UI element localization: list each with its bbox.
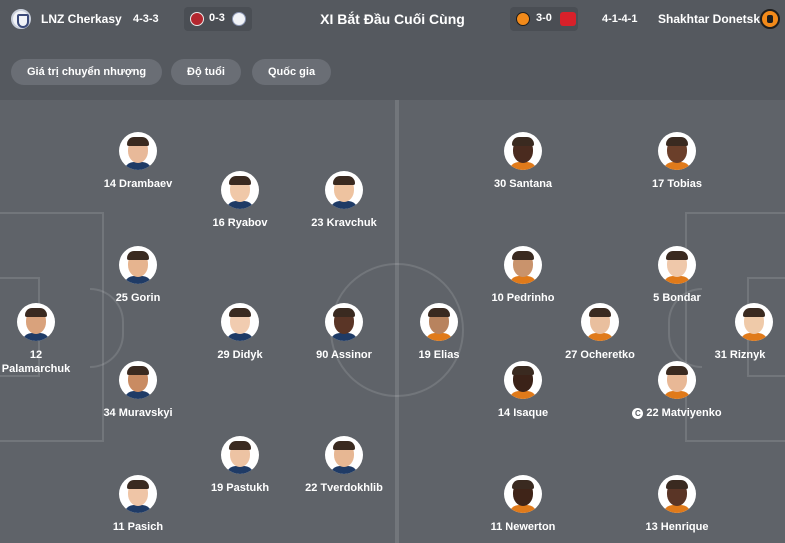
player-photo — [325, 171, 363, 209]
player-name: 12 Palamarchuk — [1, 348, 71, 376]
player-photo — [504, 246, 542, 284]
player-name: C 22 Matviyenko — [617, 406, 737, 420]
player-label: 30 Santana — [493, 178, 553, 190]
player-label: 29 Didyk — [217, 349, 263, 361]
player-label: 90 Assinor — [316, 349, 372, 361]
player-label: 12 Palamarchuk — [1, 349, 71, 375]
player-photo — [119, 361, 157, 399]
player-name: 34 Muravskyi — [78, 406, 198, 420]
player-photo — [221, 303, 259, 341]
player-label: 22 Matviyenko — [646, 407, 722, 419]
player-name: 11 Pasich — [78, 520, 198, 534]
player-name: 30 Santana — [463, 177, 583, 191]
player-label: 16 Ryabov — [212, 217, 268, 229]
player-name: 19 Pastukh — [180, 481, 300, 495]
tab-transfer-value[interactable]: Giá trị chuyển nhượng — [11, 59, 163, 85]
player-label: 5 Bondar — [653, 292, 701, 304]
player-name: 14 Isaque — [463, 406, 583, 420]
player-label: 14 Isaque — [497, 407, 549, 419]
player-label: 19 Elias — [418, 349, 460, 361]
player-photo — [119, 475, 157, 513]
player-label: 34 Muravskyi — [103, 407, 173, 419]
player-name: 22 Tverdokhlib — [284, 481, 404, 495]
player-label: 31 Riznyk — [714, 349, 766, 361]
player-name: 17 Tobias — [617, 177, 737, 191]
player-label: 27 Ocheretko — [565, 349, 635, 361]
player-name: 14 Drambaev — [78, 177, 198, 191]
player-photo — [658, 475, 696, 513]
player-name: 31 Riznyk — [695, 348, 785, 362]
player-label: 19 Pastukh — [210, 482, 270, 494]
player-photo — [504, 475, 542, 513]
player-photo — [119, 246, 157, 284]
player-photo — [325, 303, 363, 341]
player-name: 25 Gorin — [78, 291, 198, 305]
player-photo — [420, 303, 458, 341]
player-label: 25 Gorin — [115, 292, 161, 304]
player-label: 10 Pedrinho — [491, 292, 555, 304]
player-name: 19 Elias — [379, 348, 499, 362]
player-photo — [325, 436, 363, 474]
player-label: 14 Drambaev — [103, 178, 173, 190]
player-label: 11 Newerton — [490, 521, 556, 533]
away-team-name[interactable]: Shakhtar Donetsk — [658, 12, 760, 26]
away-last-result-score: 3-0 — [536, 12, 552, 24]
player-photo — [658, 132, 696, 170]
shakhtar-mini-logo-icon — [516, 12, 530, 26]
player-name: 23 Kravchuk — [284, 216, 404, 230]
player-name: 10 Pedrinho — [463, 291, 583, 305]
player-name: 5 Bondar — [617, 291, 737, 305]
player-photo — [504, 132, 542, 170]
lineup-header: LNZ Cherkasy 4-3-3 0-3 XI Bắt Đầu Cuối C… — [0, 0, 785, 100]
player-photo — [221, 171, 259, 209]
player-name: 16 Ryabov — [180, 216, 300, 230]
player-label: 22 Tverdokhlib — [305, 482, 383, 494]
player-photo — [658, 246, 696, 284]
player-name: 27 Ocheretko — [540, 348, 660, 362]
teams-bar: LNZ Cherkasy 4-3-3 0-3 XI Bắt Đầu Cuối C… — [0, 0, 785, 38]
player-photo — [504, 361, 542, 399]
player-label: 17 Tobias — [652, 178, 702, 190]
player-label: 11 Pasich — [112, 521, 164, 533]
player-photo — [735, 303, 773, 341]
player-name: 29 Didyk — [180, 348, 300, 362]
shakhtar-donetsk-logo[interactable] — [760, 9, 780, 29]
player-name: 11 Newerton — [463, 520, 583, 534]
away-formation: 4-1-4-1 — [602, 13, 638, 25]
opponent-logo-icon — [560, 12, 576, 26]
tab-age[interactable]: Độ tuổi — [171, 59, 241, 85]
player-label: 23 Kravchuk — [311, 217, 377, 229]
away-last-result[interactable]: 3-0 — [510, 7, 578, 31]
player-photo — [119, 132, 157, 170]
player-photo — [221, 436, 259, 474]
captain-badge-icon: C — [632, 408, 644, 419]
tab-country[interactable]: Quốc gia — [252, 59, 332, 85]
player-photo — [658, 361, 696, 399]
player-label: 13 Henrique — [645, 521, 709, 533]
player-name: 13 Henrique — [617, 520, 737, 534]
player-photo — [17, 303, 55, 341]
player-photo — [581, 303, 619, 341]
